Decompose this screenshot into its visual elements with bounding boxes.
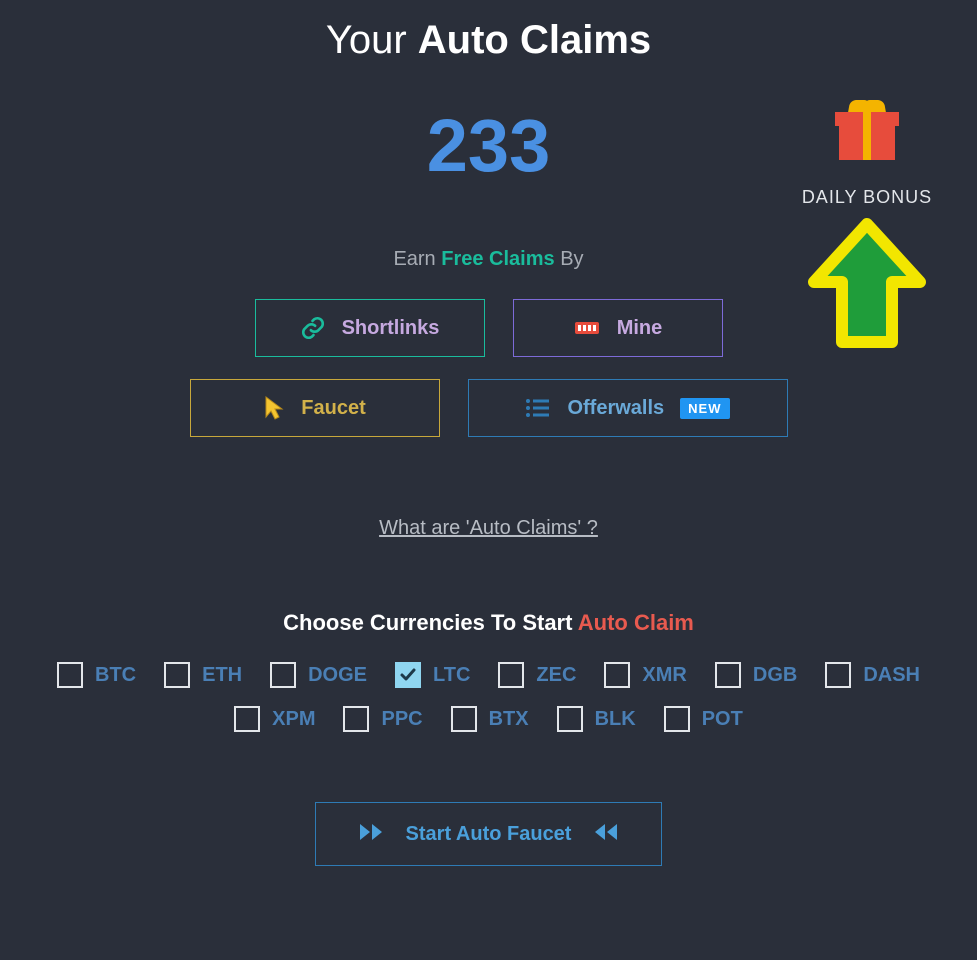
arrow-up-icon [802, 214, 932, 354]
currency-zec[interactable]: ZEC [498, 662, 576, 688]
currency-label: ZEC [536, 664, 576, 687]
page: Your Auto Claims 233 DAILY BONUS Earn Fr… [0, 0, 977, 960]
what-are-auto-claims-link[interactable]: What are 'Auto Claims' ? [379, 517, 598, 540]
currency-label: LTC [433, 664, 470, 687]
currency-blk[interactable]: BLK [557, 706, 636, 732]
faucet-label: Faucet [301, 397, 365, 420]
mine-button[interactable]: Mine [513, 299, 723, 357]
checkbox[interactable] [270, 662, 296, 688]
checkbox[interactable] [164, 662, 190, 688]
title-pre: Your [326, 18, 418, 62]
checkbox[interactable] [825, 662, 851, 688]
currency-label: PPC [381, 708, 422, 731]
checkbox[interactable] [664, 706, 690, 732]
currency-dgb[interactable]: DGB [715, 662, 797, 688]
currency-ppc[interactable]: PPC [343, 706, 422, 732]
checkbox[interactable] [343, 706, 369, 732]
currency-btx[interactable]: BTX [451, 706, 529, 732]
gift-icon [835, 100, 899, 164]
currency-ltc[interactable]: LTC [395, 662, 470, 688]
checkbox[interactable] [557, 706, 583, 732]
currency-xpm[interactable]: XPM [234, 706, 315, 732]
page-title: Your Auto Claims [0, 0, 977, 63]
currency-label: DGB [753, 664, 797, 687]
earn-row-2: Faucet Offerwalls NEW [0, 379, 977, 437]
currencies-list: BTC ETH DOGE LTC ZEC XMR DGB DASH XPM PPC BTX BLK PO… [49, 662, 929, 732]
mine-label: Mine [617, 317, 663, 340]
shortlinks-label: Shortlinks [342, 317, 440, 340]
currency-label: DOGE [308, 664, 367, 687]
checkbox[interactable] [498, 662, 524, 688]
daily-bonus[interactable]: DAILY BONUS [787, 100, 947, 359]
currency-pot[interactable]: POT [664, 706, 743, 732]
currency-label: BTC [95, 664, 136, 687]
currency-label: BLK [595, 708, 636, 731]
checkbox[interactable] [715, 662, 741, 688]
currency-label: XPM [272, 708, 315, 731]
currency-label: ETH [202, 664, 242, 687]
offerwalls-label: Offerwalls [567, 397, 664, 420]
currency-doge[interactable]: DOGE [270, 662, 367, 688]
new-badge: NEW [680, 398, 729, 419]
start-label: Start Auto Faucet [406, 823, 572, 846]
start-auto-faucet-button[interactable]: Start Auto Faucet [315, 802, 663, 866]
title-bold: Auto Claims [418, 18, 651, 62]
offerwalls-button[interactable]: Offerwalls NEW [468, 379, 788, 437]
currency-xmr[interactable]: XMR [604, 662, 686, 688]
currency-label: POT [702, 708, 743, 731]
earn-mid: Free Claims [441, 248, 554, 270]
cursor-icon [263, 395, 285, 421]
fast-forward-icon [360, 823, 384, 846]
checkbox[interactable] [395, 662, 421, 688]
earn-pre: Earn [393, 248, 441, 270]
checkbox[interactable] [604, 662, 630, 688]
currency-btc[interactable]: BTC [57, 662, 136, 688]
checkbox[interactable] [451, 706, 477, 732]
currency-eth[interactable]: ETH [164, 662, 242, 688]
currency-label: BTX [489, 708, 529, 731]
earn-post: By [555, 248, 584, 270]
faucet-button[interactable]: Faucet [190, 379, 440, 437]
checkbox[interactable] [234, 706, 260, 732]
chip-icon [573, 318, 601, 338]
shortlinks-button[interactable]: Shortlinks [255, 299, 485, 357]
choose-currencies-heading: Choose Currencies To Start Auto Claim [0, 610, 977, 636]
link-icon [300, 315, 326, 341]
currency-label: XMR [642, 664, 686, 687]
currency-dash[interactable]: DASH [825, 662, 920, 688]
choose-pre: Choose Currencies To Start [283, 610, 578, 635]
checkbox[interactable] [57, 662, 83, 688]
currency-label: DASH [863, 664, 920, 687]
daily-bonus-label: DAILY BONUS [787, 187, 947, 208]
list-icon [525, 397, 551, 419]
rewind-icon [593, 823, 617, 846]
choose-red: Auto Claim [578, 610, 694, 635]
